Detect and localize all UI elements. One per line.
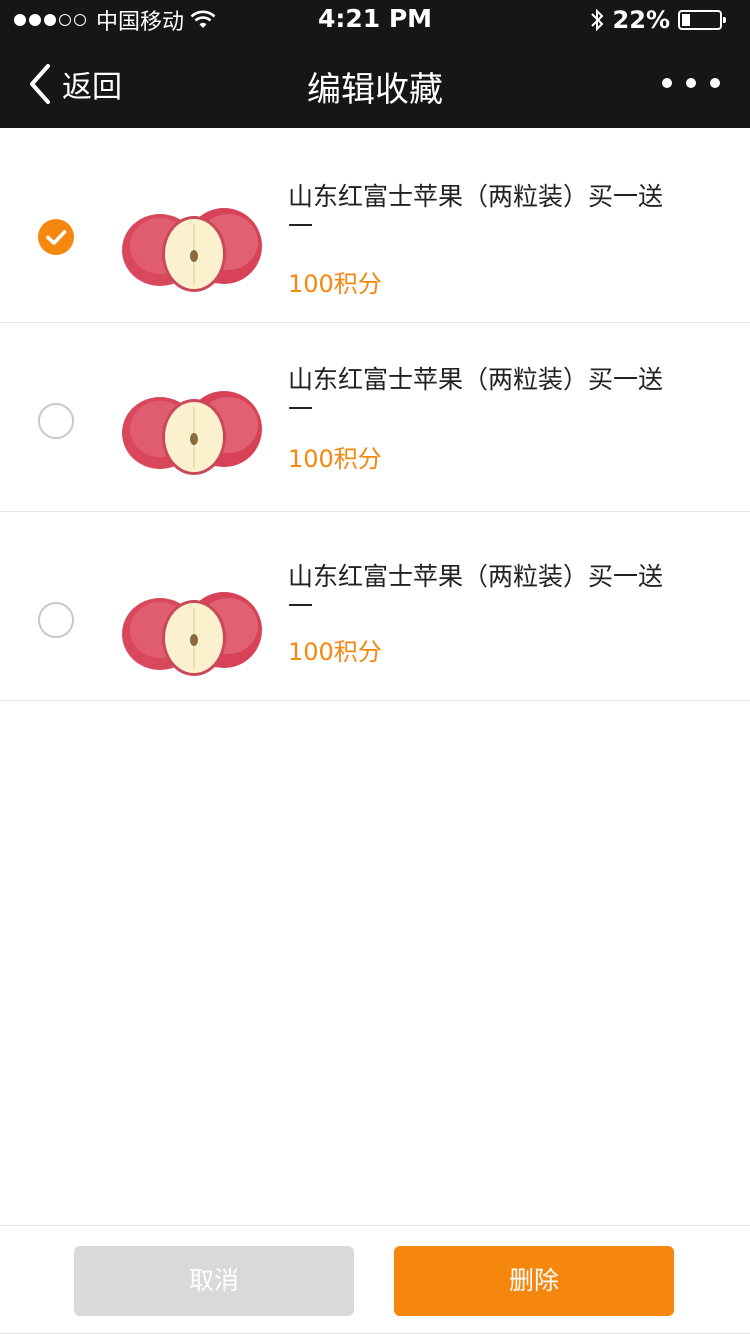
item-title: 山东红富士苹果（两粒装）买一送一 (288, 365, 664, 424)
item-points: 100积分 (288, 445, 382, 473)
item-title: 山东红富士苹果（两粒装）买一送一 (288, 562, 664, 621)
apple-image (122, 208, 262, 292)
status-right: 22% (589, 6, 726, 34)
item-checkbox[interactable] (38, 602, 74, 638)
cancel-button[interactable]: 取消 (74, 1246, 354, 1316)
item-title: 山东红富士苹果（两粒装）买一送一 (288, 182, 664, 241)
bluetooth-icon (590, 8, 603, 32)
apple-image (122, 592, 262, 676)
battery-percent: 22% (612, 6, 670, 34)
item-checkbox[interactable] (38, 403, 74, 439)
status-bar: 中国移动 4:21 PM 22% (0, 0, 750, 40)
item-checkbox[interactable] (38, 219, 74, 255)
item-points: 100积分 (288, 270, 382, 298)
favorites-list: 山东红富士苹果（两粒装）买一送一 100积分 山东红富士苹果（两粒装）买一送一 … (0, 128, 750, 701)
more-dots-icon[interactable] (662, 78, 720, 88)
battery-icon (678, 10, 726, 30)
item-points: 100积分 (288, 638, 382, 666)
apple-image (122, 391, 262, 475)
list-item[interactable]: 山东红富士苹果（两粒装）买一送一 100积分 (0, 128, 750, 323)
list-item[interactable]: 山东红富士苹果（两粒装）买一送一 100积分 (0, 323, 750, 512)
action-bar: 取消 删除 (0, 1225, 750, 1334)
delete-button[interactable]: 删除 (394, 1246, 674, 1316)
checkmark-icon (46, 230, 67, 245)
list-item[interactable]: 山东红富士苹果（两粒装）买一送一 100积分 (0, 512, 750, 701)
navigation-bar: 返回 编辑收藏 (0, 40, 750, 128)
page-title: 编辑收藏 (307, 70, 443, 110)
